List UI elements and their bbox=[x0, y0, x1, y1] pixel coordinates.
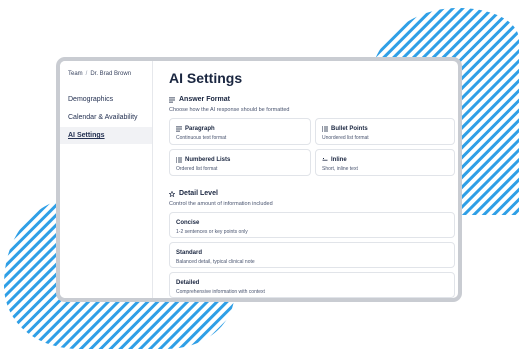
option-standard-title: Standard bbox=[176, 250, 203, 256]
detail-level-subtitle: Control the amount of information includ… bbox=[169, 201, 273, 207]
option-inline-title: Inline bbox=[331, 157, 347, 163]
breadcrumb-separator: / bbox=[85, 71, 88, 77]
option-bullet-points-title: Bullet Points bbox=[331, 126, 368, 132]
breadcrumb-current: Dr. Brad Brown bbox=[90, 71, 132, 77]
lines-icon bbox=[169, 97, 175, 103]
sidebar-item-ai-settings[interactable]: AI Settings bbox=[60, 127, 152, 144]
answer-format-heading-label: Answer Format bbox=[179, 96, 230, 103]
bullet-list-icon bbox=[322, 126, 328, 132]
option-paragraph-desc: Continuous text format bbox=[176, 135, 227, 141]
option-inline-title-row: Inline bbox=[322, 157, 347, 163]
option-standard-desc: Balanced detail, typical clinical note bbox=[176, 259, 255, 265]
sidebar: Team / Dr. Brad Brown Demographics Calenda… bbox=[60, 61, 153, 298]
option-numbered-lists-title-row: Numbered Lists bbox=[176, 157, 230, 163]
option-bullet-points-desc: Unordered list format bbox=[322, 135, 369, 141]
option-paragraph-title-row: Paragraph bbox=[176, 126, 215, 132]
sidebar-item-calendar-availability[interactable]: Calendar & Availability bbox=[60, 109, 152, 126]
page-title: AI Settings bbox=[169, 70, 243, 86]
option-standard[interactable]: Standard Balanced detail, typical clinic… bbox=[169, 242, 455, 268]
main-content: AI Settings Answer Format Choose how the… bbox=[165, 61, 458, 298]
option-paragraph[interactable]: Paragraph Continuous text format bbox=[169, 118, 311, 145]
option-bullet-points-title-row: Bullet Points bbox=[322, 126, 368, 132]
detail-level-heading-label: Detail Level bbox=[179, 190, 218, 197]
sidebar-item-demographics[interactable]: Demographics bbox=[60, 91, 152, 108]
settings-window: Team / Dr. Brad Brown Demographics Calenda… bbox=[56, 57, 462, 302]
option-detailed-title: Detailed bbox=[176, 280, 200, 286]
option-numbered-lists[interactable]: Numbered Lists Ordered list format bbox=[169, 149, 311, 176]
answer-format-subtitle: Choose how the AI response should be for… bbox=[169, 107, 290, 113]
breadcrumb-team-link[interactable]: Team bbox=[68, 71, 83, 77]
answer-format-heading: Answer Format bbox=[169, 96, 230, 103]
option-numbered-lists-title: Numbered Lists bbox=[185, 157, 231, 163]
option-detailed-desc: Comprehensive information with context bbox=[176, 289, 265, 295]
detail-level-heading: Detail Level bbox=[169, 190, 218, 197]
breadcrumb: Team / Dr. Brad Brown bbox=[68, 71, 131, 77]
numbered-list-icon bbox=[176, 157, 182, 163]
option-concise-title: Concise bbox=[176, 220, 200, 226]
paragraph-icon bbox=[176, 126, 182, 132]
option-inline-desc: Short, inline text bbox=[322, 166, 358, 172]
option-numbered-lists-desc: Ordered list format bbox=[176, 166, 218, 172]
option-inline[interactable]: Inline Short, inline text bbox=[315, 149, 455, 176]
inline-icon bbox=[322, 157, 328, 163]
option-bullet-points[interactable]: Bullet Points Unordered list format bbox=[315, 118, 455, 145]
option-paragraph-title: Paragraph bbox=[185, 126, 215, 132]
option-concise[interactable]: Concise 1-2 sentences or key points only bbox=[169, 212, 455, 238]
option-detailed[interactable]: Detailed Comprehensive information with … bbox=[169, 272, 455, 298]
star-icon bbox=[169, 190, 175, 197]
option-concise-desc: 1-2 sentences or key points only bbox=[176, 229, 248, 235]
